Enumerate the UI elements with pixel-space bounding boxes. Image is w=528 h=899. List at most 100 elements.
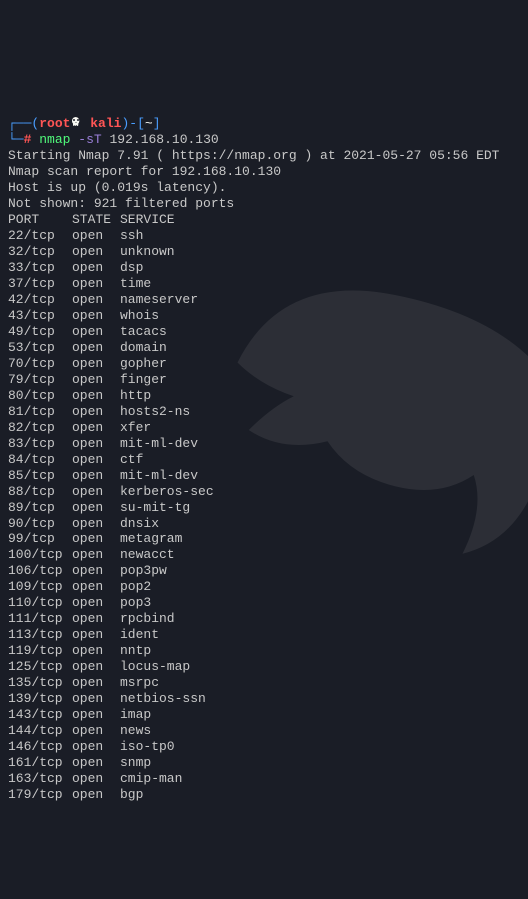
port-value: 110/tcp [8,595,72,611]
port-state: open [72,755,120,771]
port-service: http [120,388,151,404]
port-service: cmip-man [120,771,182,787]
port-service: dnsix [120,516,159,532]
skull-icon [70,116,82,128]
port-value: 53/tcp [8,340,72,356]
port-value: 42/tcp [8,292,72,308]
port-row: 88/tcpopenkerberos-sec [8,484,520,500]
output-notshown: Not shown: 921 filtered ports [8,196,234,211]
port-service: domain [120,340,167,356]
port-state: open [72,611,120,627]
port-value: 22/tcp [8,228,72,244]
port-value: 89/tcp [8,500,72,516]
port-service: xfer [120,420,151,436]
port-state: open [72,675,120,691]
port-service: nntp [120,643,151,659]
port-state: open [72,356,120,372]
port-value: 49/tcp [8,324,72,340]
port-state: open [72,579,120,595]
port-state: open [72,292,120,308]
prompt-box-top: ┌── [8,116,31,131]
port-service: snmp [120,755,151,771]
port-row: 100/tcpopennewacct [8,547,520,563]
port-value: 82/tcp [8,420,72,436]
port-value: 99/tcp [8,531,72,547]
port-value: 146/tcp [8,739,72,755]
port-value: 88/tcp [8,484,72,500]
port-row: 119/tcpopennntp [8,643,520,659]
prompt-hash: # [24,132,32,147]
port-row: 109/tcpopenpop2 [8,579,520,595]
prompt-user: root [39,116,70,131]
port-value: 85/tcp [8,468,72,484]
port-value: 144/tcp [8,723,72,739]
port-service: pop3 [120,595,151,611]
port-row: 143/tcpopenimap [8,707,520,723]
port-row: 161/tcpopensnmp [8,755,520,771]
port-service: nameserver [120,292,198,308]
port-service: gopher [120,356,167,372]
port-state: open [72,468,120,484]
port-value: 119/tcp [8,643,72,659]
port-value: 90/tcp [8,516,72,532]
port-service: ssh [120,228,143,244]
port-value: 100/tcp [8,547,72,563]
terminal-output: ┌──(root kali)-[~] └─# nmap -sT 192.168.… [8,116,520,803]
header-state: STATE [72,212,120,228]
port-row: 144/tcpopennews [8,723,520,739]
prompt-host: kali [90,116,121,131]
port-row: 89/tcpopensu-mit-tg [8,500,520,516]
port-value: 135/tcp [8,675,72,691]
port-service: kerberos-sec [120,484,214,500]
prompt-bracket-close: ] [153,116,161,131]
port-service: imap [120,707,151,723]
port-row: 80/tcpopenhttp [8,388,520,404]
port-value: 163/tcp [8,771,72,787]
port-service: dsp [120,260,143,276]
port-value: 106/tcp [8,563,72,579]
output-report: Nmap scan report for 192.168.10.130 [8,164,281,179]
port-service: mit-ml-dev [120,468,198,484]
port-state: open [72,787,120,803]
port-row: 79/tcpopenfinger [8,372,520,388]
port-value: 111/tcp [8,611,72,627]
ports-header: PORTSTATESERVICE [8,212,520,228]
command-name: nmap [39,132,70,147]
prompt-box-bottom: └─ [8,132,24,147]
port-row: 110/tcpopenpop3 [8,595,520,611]
port-value: 79/tcp [8,372,72,388]
port-state: open [72,500,120,516]
port-value: 161/tcp [8,755,72,771]
port-state: open [72,228,120,244]
port-service: metagram [120,531,182,547]
port-state: open [72,659,120,675]
port-state: open [72,643,120,659]
port-row: 53/tcpopendomain [8,340,520,356]
port-service: finger [120,372,167,388]
port-value: 143/tcp [8,707,72,723]
port-row: 179/tcpopenbgp [8,787,520,803]
port-value: 139/tcp [8,691,72,707]
port-row: 70/tcpopengopher [8,356,520,372]
port-state: open [72,627,120,643]
port-row: 163/tcpopencmip-man [8,771,520,787]
command-target: 192.168.10.130 [109,132,218,147]
port-state: open [72,691,120,707]
port-service: ctf [120,452,143,468]
port-service: time [120,276,151,292]
port-row: 84/tcpopenctf [8,452,520,468]
port-value: 179/tcp [8,787,72,803]
port-row: 33/tcpopendsp [8,260,520,276]
port-row: 146/tcpopeniso-tp0 [8,739,520,755]
port-service: iso-tp0 [120,739,175,755]
port-value: 43/tcp [8,308,72,324]
port-row: 111/tcpopenrpcbind [8,611,520,627]
port-row: 42/tcpopennameserver [8,292,520,308]
port-state: open [72,516,120,532]
header-port: PORT [8,212,72,228]
port-service: unknown [120,244,175,260]
port-service: ident [120,627,159,643]
port-state: open [72,531,120,547]
port-value: 125/tcp [8,659,72,675]
port-row: 135/tcpopenmsrpc [8,675,520,691]
